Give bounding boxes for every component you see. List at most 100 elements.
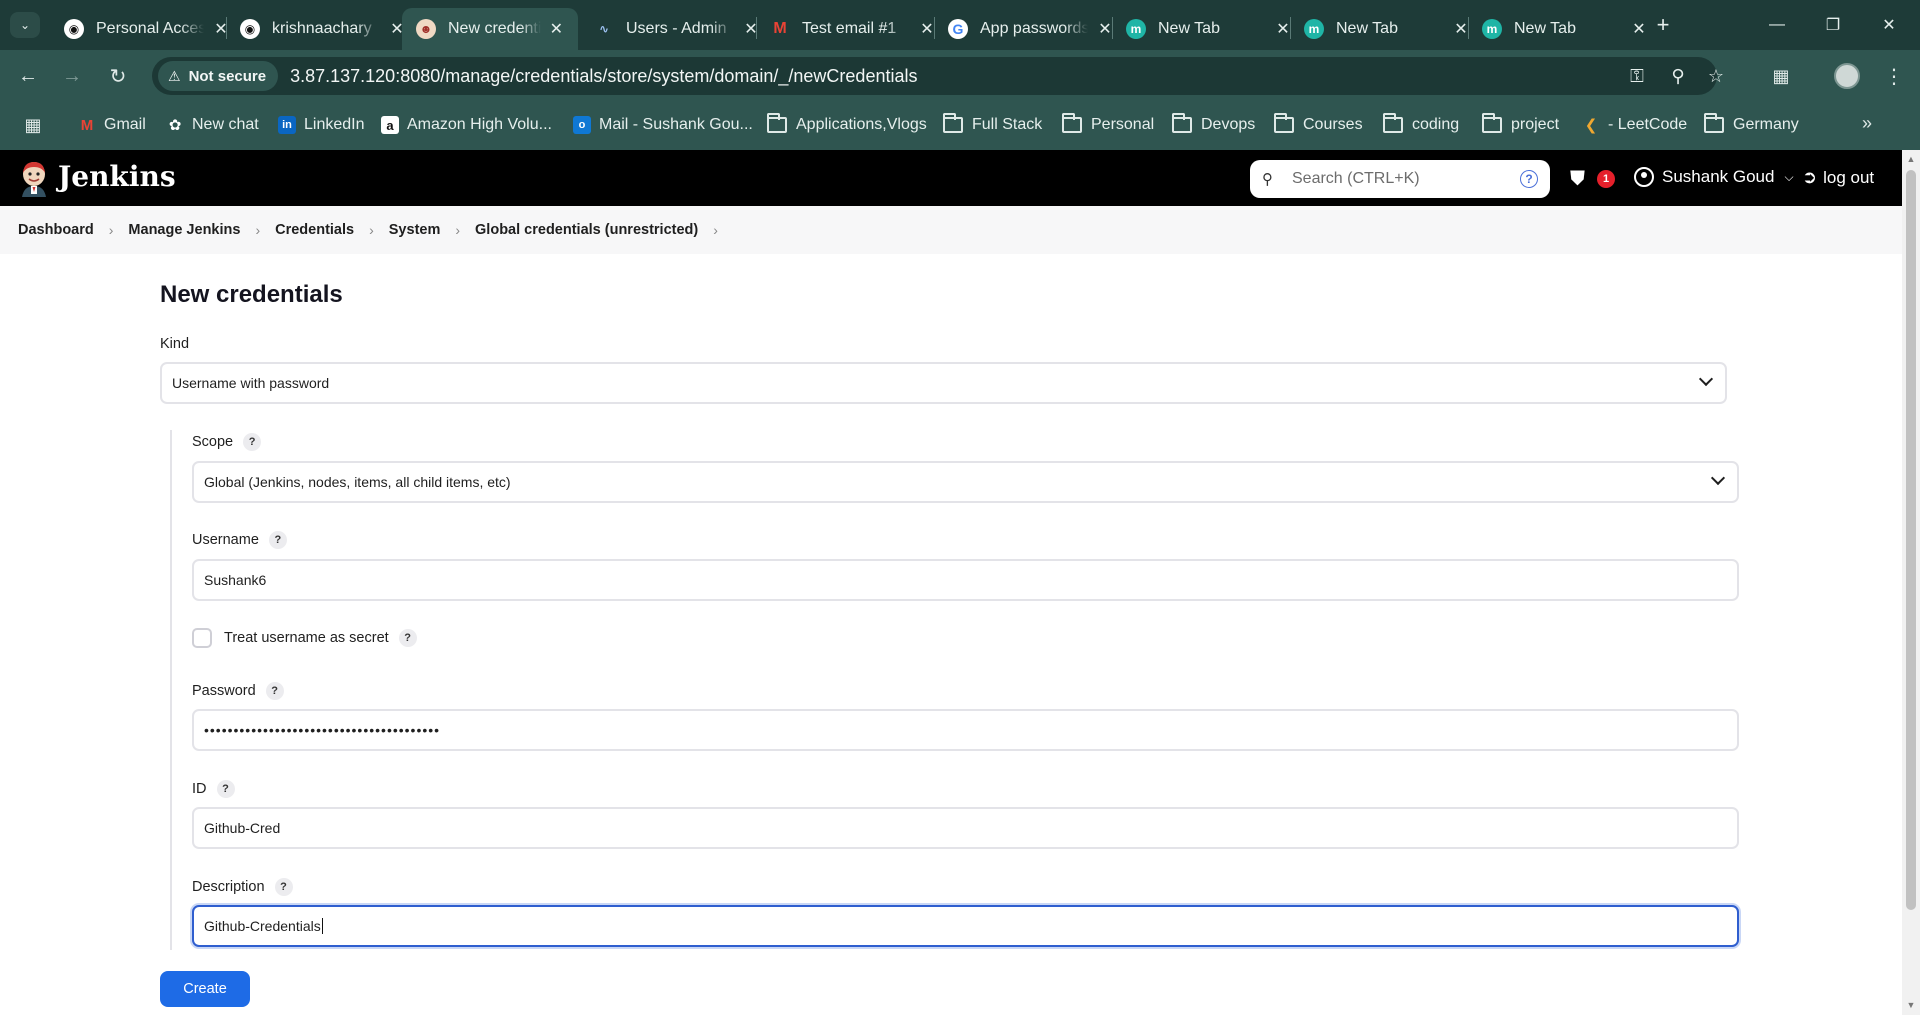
search-placeholder: Search (CTRL+K) — [1292, 170, 1420, 187]
bookmark-folder-personal[interactable]: Personal — [1062, 113, 1154, 137]
tab-title: New Tab — [1336, 20, 1398, 37]
tab-app-passwords[interactable]: G App passwords ✕ — [934, 8, 1128, 50]
tab-new-tab[interactable]: m New Tab ✕ — [1290, 8, 1484, 50]
tab-users-admin[interactable]: ∿ Users - Admin ✕ — [580, 8, 774, 50]
bookmark-folder-coding[interactable]: coding — [1383, 113, 1459, 137]
chevron-right-icon: › — [455, 222, 461, 238]
scroll-down-icon[interactable]: ▼ — [1906, 1000, 1916, 1010]
logout-link[interactable]: ➲ log out — [1802, 167, 1874, 188]
breadcrumb-system[interactable]: System — [389, 222, 441, 238]
chevron-right-icon: › — [369, 222, 374, 238]
password-input[interactable]: •••••••••••••••••••••••••••••••••••••••• — [192, 709, 1739, 751]
scroll-up-icon[interactable]: ▲ — [1906, 154, 1916, 164]
address-bar[interactable]: ⚠ Not secure 3.87.137.120:8080/manage/cr… — [152, 57, 1724, 95]
chevron-right-icon[interactable]: › — [713, 222, 718, 238]
more-menu-icon[interactable]: ⋮ — [1884, 62, 1904, 90]
breadcrumb-global-credentials[interactable]: Global credentials (unrestricted) — [475, 222, 698, 238]
security-badge[interactable]: 1 — [1597, 170, 1615, 188]
breadcrumb-dashboard[interactable]: Dashboard — [18, 222, 94, 238]
google-icon: G — [948, 19, 968, 39]
bookmark-leetcode[interactable]: ❮ - LeetCode — [1582, 113, 1687, 137]
scrollbar-thumb[interactable] — [1906, 170, 1916, 910]
folder-icon — [1062, 113, 1082, 133]
minimize-icon[interactable]: — — [1762, 10, 1792, 40]
close-icon[interactable]: ✕ — [1630, 19, 1648, 39]
scope-label-text: Scope — [192, 434, 234, 450]
bookmark-amazon[interactable]: a Amazon High Volu... — [381, 113, 552, 137]
user-menu[interactable]: Sushank Goud ⌵ — [1634, 167, 1794, 187]
outlook-icon: o — [573, 116, 591, 134]
window-close-icon[interactable]: ✕ — [1874, 10, 1904, 40]
back-arrow-icon[interactable]: ← — [14, 62, 42, 90]
description-input[interactable]: Github-Credentials — [192, 905, 1739, 947]
help-question-icon[interactable]: ? — [265, 682, 284, 700]
help-circle-icon[interactable]: ? — [1520, 170, 1538, 188]
extensions-puzzle-icon[interactable]: ▦ — [1768, 63, 1794, 89]
bookmark-folder-full-stack[interactable]: Full Stack — [943, 113, 1042, 137]
tab-new-tab[interactable]: m New Tab ✕ — [1468, 8, 1662, 50]
reload-icon[interactable]: ↻ — [104, 62, 132, 90]
treat-username-secret-checkbox[interactable] — [192, 628, 212, 648]
browser-toolbar: ← → ↻ ⚠ Not secure 3.87.137.120:8080/man… — [0, 50, 1920, 100]
help-question-icon[interactable]: ? — [268, 531, 287, 549]
id-label-text: ID — [192, 781, 207, 797]
scope-select[interactable]: Global (Jenkins, nodes, items, all child… — [192, 461, 1739, 503]
help-question-icon[interactable]: ? — [274, 878, 293, 896]
github-icon: ◉ — [64, 19, 84, 39]
scope-selected-value: Global (Jenkins, nodes, items, all child… — [204, 474, 511, 490]
bookmark-gmail[interactable]: M Gmail — [78, 113, 146, 137]
url-text[interactable]: 3.87.137.120:8080/manage/credentials/sto… — [290, 66, 917, 87]
zoom-magnifier-icon[interactable]: ⚲ — [1666, 64, 1690, 88]
bookmark-folder-project[interactable]: project — [1482, 113, 1559, 137]
bookmark-linkedin[interactable]: in LinkedIn — [278, 113, 365, 137]
shield-alert-icon[interactable]: ⛊ — [1570, 168, 1585, 191]
bookmark-label: Amazon High Volu... — [407, 116, 552, 133]
apps-grid-icon[interactable]: ▦ — [22, 114, 44, 136]
help-question-icon[interactable]: ? — [398, 629, 417, 647]
jenkins-icon: ☻ — [416, 19, 436, 39]
help-question-icon[interactable]: ? — [216, 780, 235, 798]
breadcrumb-manage-jenkins[interactable]: Manage Jenkins — [128, 222, 240, 238]
close-icon[interactable]: ✕ — [549, 19, 564, 39]
scope-label: Scope ? — [192, 433, 262, 451]
tab-personal-access[interactable]: ◉ Personal Access ✕ — [50, 8, 244, 50]
profile-avatar[interactable] — [1834, 63, 1860, 89]
breadcrumb: Dashboard › Manage Jenkins › Credentials… — [0, 206, 1902, 254]
m-icon: m — [1304, 19, 1324, 39]
bookmark-label: Devops — [1201, 116, 1256, 133]
tab-krishnaachary[interactable]: ◉ krishnaachary ✕ — [226, 8, 420, 50]
search-box[interactable]: ⚲ Search (CTRL+K) ? — [1250, 160, 1550, 198]
breadcrumb-credentials[interactable]: Credentials — [275, 222, 354, 238]
tab-search-chevron-icon[interactable]: ⌄ — [10, 12, 40, 38]
new-tab-plus-icon[interactable]: + — [1650, 12, 1676, 38]
bookmark-folder-devops[interactable]: Devops — [1172, 113, 1255, 137]
forward-arrow-icon[interactable]: → — [58, 62, 86, 90]
bookmark-folder-germany[interactable]: Germany — [1704, 113, 1799, 137]
password-key-icon[interactable]: ⚿ — [1625, 64, 1649, 88]
chatgpt-icon: ✿ — [168, 117, 182, 134]
treat-secret-label-text: Treat username as secret — [224, 630, 389, 646]
id-label: ID ? — [192, 780, 235, 798]
not-secure-chip[interactable]: ⚠ Not secure — [158, 61, 279, 91]
jenkins-brand[interactable]: Jenkins — [58, 160, 176, 193]
tab-title: New Tab — [1158, 20, 1220, 37]
bookmark-folder-courses[interactable]: Courses — [1274, 113, 1363, 137]
page-scrollbar[interactable]: ▲ ▼ — [1902, 150, 1920, 1015]
username-input[interactable]: Sushank6 — [192, 559, 1739, 601]
section-divider — [170, 430, 172, 950]
bookmark-star-icon[interactable]: ☆ — [1704, 64, 1728, 88]
bookmark-new-chat[interactable]: ✿ New chat — [166, 113, 259, 137]
bookmark-label: project — [1511, 116, 1560, 133]
kind-select[interactable]: Username with password — [160, 362, 1727, 404]
tab-new-tab[interactable]: m New Tab ✕ — [1112, 8, 1306, 50]
chevron-right-double-icon[interactable]: » — [1862, 113, 1872, 134]
tab-test-email[interactable]: M Test email #1 ✕ — [756, 8, 950, 50]
jenkins-logo-icon[interactable] — [18, 159, 50, 197]
bookmark-folder-applications-vlogs[interactable]: Applications,Vlogs — [767, 113, 927, 137]
bookmark-outlook-mail[interactable]: o Mail - Sushank Gou... — [573, 113, 753, 137]
help-question-icon[interactable]: ? — [243, 433, 262, 451]
create-button[interactable]: Create — [160, 971, 250, 1007]
tab-new-credentials[interactable]: ☻ New credentials ✕ — [402, 8, 578, 50]
restore-icon[interactable]: ❐ — [1818, 10, 1848, 40]
id-input[interactable]: Github-Cred — [192, 807, 1739, 849]
